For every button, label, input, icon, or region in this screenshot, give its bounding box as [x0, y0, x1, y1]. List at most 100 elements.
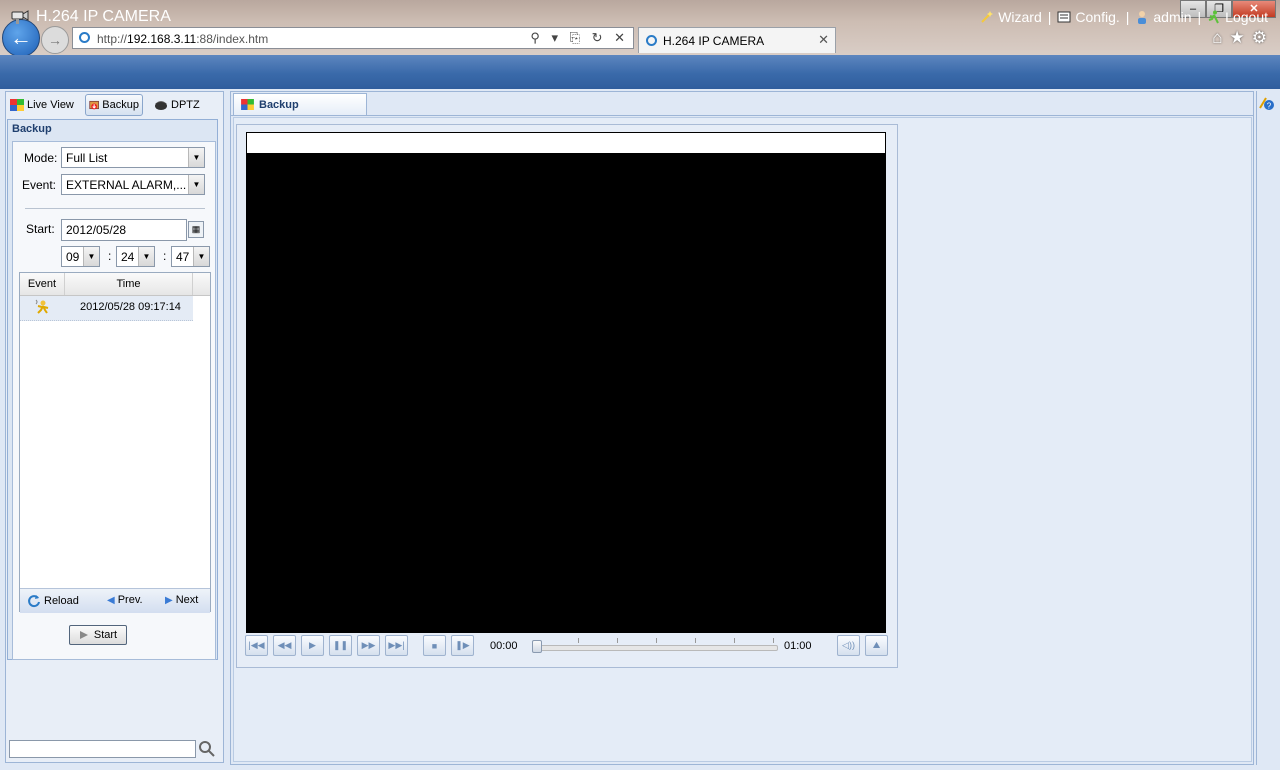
slider-tick: [695, 638, 696, 643]
rewind-button[interactable]: ◀◀: [273, 635, 296, 656]
play-button[interactable]: ▶: [301, 635, 324, 656]
mode-select[interactable]: Full List ▼: [61, 147, 205, 168]
slider-tick: [617, 638, 618, 643]
time-colon: :: [108, 249, 112, 263]
minute-select[interactable]: 24 ▼: [116, 246, 155, 267]
stop-icon: ■: [431, 640, 438, 651]
stop-button[interactable]: ■: [423, 635, 446, 656]
address-bar[interactable]: http://192.168.3.11:88/index.htm ⚲ ▾ ⎘ ↻…: [72, 27, 634, 49]
volume-button[interactable]: ◁)): [837, 635, 860, 656]
skip-to-start-button[interactable]: |◀◀: [245, 635, 268, 656]
arrow-left-icon: ←: [10, 25, 32, 50]
column-header-event[interactable]: Event: [20, 273, 65, 295]
mode-value: Full List: [66, 151, 108, 165]
tab-close-icon[interactable]: ✕: [818, 32, 829, 48]
start-button[interactable]: Start: [69, 625, 127, 645]
divider: [25, 208, 205, 209]
refresh-icon: [28, 595, 40, 608]
logout-label: Logout: [1225, 9, 1268, 25]
video-title-bar: [246, 132, 886, 153]
table-row[interactable]: 2012/05/28 09:17:14: [20, 296, 193, 321]
prev-button[interactable]: ◀ Prev.: [107, 594, 143, 606]
column-header-time[interactable]: Time: [65, 273, 193, 295]
tab-backup[interactable]: Backup: [85, 94, 143, 116]
hour-select[interactable]: 09 ▼: [61, 246, 100, 267]
wizard-link[interactable]: Wizard: [980, 9, 1042, 25]
tab-dptz-label: DPTZ: [171, 99, 200, 111]
help-icon[interactable]: ?: [1259, 95, 1275, 111]
backup-view-icon: [241, 99, 254, 110]
start-date-value: 2012/05/28: [66, 223, 127, 237]
event-list: [19, 272, 211, 612]
main-tab-label: Backup: [259, 98, 299, 111]
tab-live-view[interactable]: Live View: [10, 94, 74, 116]
next-button[interactable]: ▶ Next: [165, 594, 198, 606]
separator: |: [1197, 9, 1202, 25]
browser-toolbar-icons[interactable]: ⌂★⚙: [1212, 28, 1274, 48]
mode-label: Mode:: [24, 151, 58, 165]
minute-value: 24: [121, 250, 135, 264]
slider-tick: [578, 638, 579, 643]
skip-start-icon: |◀◀: [248, 640, 265, 650]
event-list-header: Event Time: [20, 273, 210, 296]
logout-link[interactable]: Logout: [1207, 9, 1268, 25]
video-viewport[interactable]: [246, 153, 886, 633]
snapshot-icon: ⛰: [872, 640, 881, 650]
second-select[interactable]: 47 ▼: [171, 246, 210, 267]
timeline-slider-thumb[interactable]: [532, 640, 542, 653]
user-icon: [1138, 11, 1147, 24]
tab-live-view-label: Live View: [27, 99, 74, 111]
admin-link[interactable]: admin: [1135, 9, 1192, 25]
chevron-down-icon: ▼: [193, 247, 209, 266]
skip-end-icon: ▶▶|: [388, 640, 405, 650]
slider-tick: [734, 638, 735, 643]
address-actions-icons[interactable]: ⚲ ▾ ⎘ ↻ ✕: [530, 30, 629, 46]
arrow-right-icon: ▶: [165, 594, 173, 606]
tab-dptz[interactable]: DPTZ: [154, 94, 200, 116]
next-label: Next: [175, 594, 199, 606]
reload-label: Reload: [44, 595, 79, 607]
fast-forward-icon: ▶▶: [361, 640, 376, 650]
time-colon: :: [163, 249, 167, 263]
event-select[interactable]: EXTERNAL ALARM,... ▼: [61, 174, 205, 195]
search-input[interactable]: [9, 740, 196, 758]
dome-camera-icon: [155, 101, 167, 110]
forward-button[interactable]: →: [41, 26, 69, 54]
start-date-input[interactable]: 2012/05/28: [61, 219, 187, 241]
chevron-down-icon: ▼: [83, 247, 99, 266]
wizard-label: Wizard: [998, 9, 1042, 25]
end-time: 01:00: [784, 640, 812, 652]
app-header: [0, 55, 1280, 89]
pause-button[interactable]: ❚❚: [329, 635, 352, 656]
reload-button[interactable]: Reload: [27, 594, 79, 608]
list-footer: Reload ◀ Prev. ▶ Next: [20, 588, 210, 613]
step-button[interactable]: ❚▶: [451, 635, 474, 656]
event-time: 2012/05/28 09:17:14: [80, 301, 181, 313]
alarm-event-icon: [35, 299, 49, 314]
search-icon[interactable]: [197, 739, 217, 759]
tab-backup-main[interactable]: Backup: [233, 93, 367, 115]
svg-text:?: ?: [1267, 102, 1272, 111]
snapshot-button[interactable]: ⛰: [865, 635, 888, 656]
right-strip: [1256, 91, 1280, 765]
tab-title: H.264 IP CAMERA: [663, 34, 765, 48]
backup-icon: [89, 100, 99, 110]
config-link[interactable]: Config.: [1057, 9, 1120, 25]
skip-to-end-button[interactable]: ▶▶|: [385, 635, 408, 656]
fast-forward-button[interactable]: ▶▶: [357, 635, 380, 656]
timeline-slider[interactable]: [534, 645, 778, 651]
step-icon: ❚▶: [455, 640, 470, 650]
calendar-icon[interactable]: ▦: [188, 221, 204, 238]
camera-logo-icon: [11, 10, 29, 24]
browser-tab[interactable]: H.264 IP CAMERA ✕: [638, 27, 836, 53]
speaker-icon: ◁)): [842, 640, 855, 650]
event-label: Event:: [22, 178, 57, 192]
header-links: Wizard | Config. | admin | Logout: [980, 9, 1268, 25]
wand-icon: [981, 11, 994, 23]
address-url: http://192.168.3.11:88/index.htm: [97, 32, 269, 46]
arrow-left-icon: ◀: [107, 594, 115, 606]
play-icon: ▶: [309, 640, 316, 650]
tab-backup-label: Backup: [102, 99, 139, 111]
slider-tick: [656, 638, 657, 643]
tab-favicon-icon: [646, 35, 657, 46]
